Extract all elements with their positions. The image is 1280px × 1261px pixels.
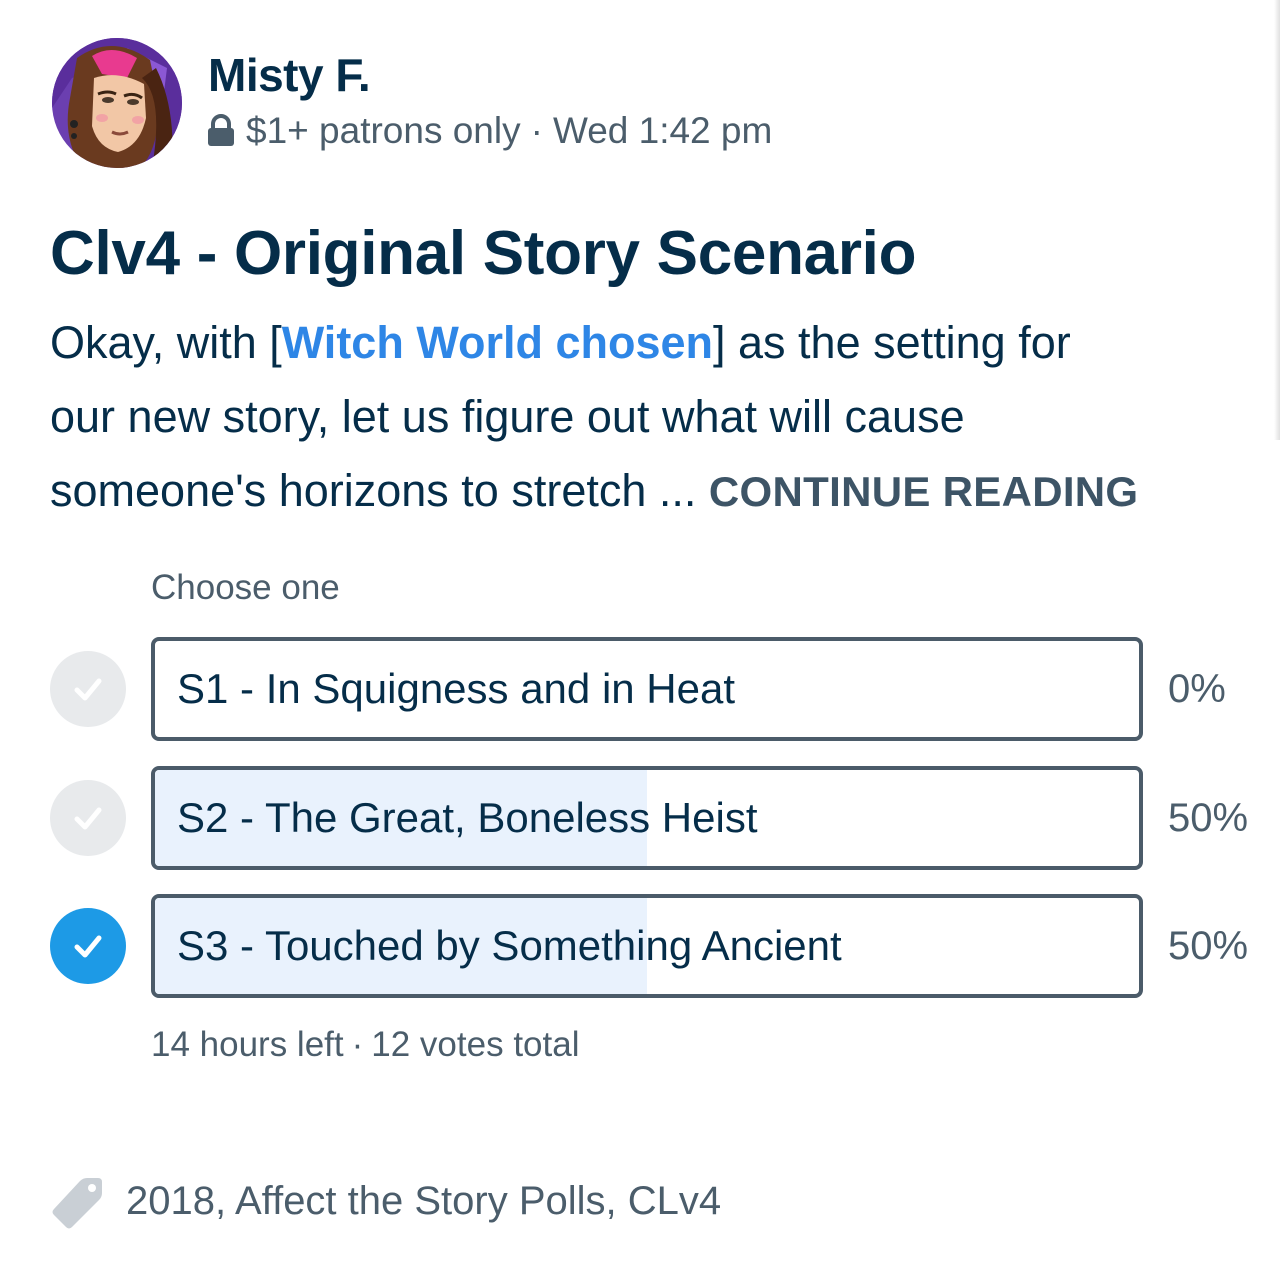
poll-prompt: Choose one bbox=[151, 568, 340, 607]
check-icon bbox=[50, 908, 126, 984]
post-title[interactable]: Clv4 - Original Story Scenario bbox=[50, 218, 916, 289]
poll-option-label: S3 - Touched by Something Ancient bbox=[177, 922, 842, 969]
poll-footer: 14 hours left · 12 votes total bbox=[151, 1025, 579, 1065]
poll-votes-total: 12 votes total bbox=[371, 1025, 580, 1064]
poll-option-box[interactable]: S3 - Touched by Something Ancient bbox=[151, 894, 1143, 998]
poll-option-1[interactable]: S1 - In Squigness and in Heat 0% bbox=[0, 637, 1280, 741]
body-text: Okay, with [ bbox=[50, 317, 282, 368]
poll-option-box[interactable]: S2 - The Great, Boneless Heist bbox=[151, 766, 1143, 870]
poll-option-label: S1 - In Squigness and in Heat bbox=[177, 665, 736, 712]
witch-world-link[interactable]: Witch World chosen bbox=[282, 317, 713, 368]
access-level: $1+ patrons only bbox=[246, 110, 521, 151]
screen-edge bbox=[1274, 0, 1280, 440]
post-body-line-2: our new story, let us figure out what wi… bbox=[50, 391, 965, 442]
separator-dot: · bbox=[530, 110, 543, 151]
poll-option-percent: 50% bbox=[1168, 924, 1249, 968]
poll-option-2[interactable]: S2 - The Great, Boneless Heist 50% bbox=[0, 766, 1280, 870]
separator-dot: · bbox=[351, 1025, 364, 1064]
post-timestamp[interactable]: Wed 1:42 pm bbox=[553, 110, 772, 152]
post-meta: $1+ patrons only · Wed 1:42 pm bbox=[206, 108, 772, 154]
lock-icon bbox=[206, 114, 236, 148]
post-body-line-1: Okay, with [Witch World chosen] as the s… bbox=[50, 306, 1250, 380]
tag-icon bbox=[50, 1171, 106, 1231]
poll-option-percent: 0% bbox=[1168, 667, 1226, 711]
author-avatar[interactable] bbox=[52, 38, 182, 168]
post-body: Okay, with [Witch World chosen] as the s… bbox=[50, 306, 1250, 529]
poll-option-box[interactable]: S1 - In Squigness and in Heat bbox=[151, 637, 1143, 741]
check-icon bbox=[50, 780, 126, 856]
poll-option-percent: 50% bbox=[1168, 796, 1249, 840]
poll-option-label: S2 - The Great, Boneless Heist bbox=[177, 794, 758, 841]
check-icon bbox=[50, 651, 126, 727]
poll-time-left: 14 hours left bbox=[151, 1025, 344, 1064]
body-text: ] as the setting for bbox=[713, 317, 1071, 368]
author-name[interactable]: Misty F. bbox=[208, 48, 371, 102]
poll-option-3[interactable]: S3 - Touched by Something Ancient 50% bbox=[0, 894, 1280, 998]
post-body-line-3: someone's horizons to stretch ... CONTIN… bbox=[50, 454, 1250, 529]
continue-reading-link[interactable]: CONTINUE READING bbox=[709, 468, 1138, 515]
post-tags: 2018, Affect the Story Polls, CLv4 bbox=[50, 1170, 721, 1232]
body-text: someone's horizons to stretch ... bbox=[50, 465, 697, 516]
profile-avatar-image bbox=[52, 38, 182, 168]
tags-list[interactable]: 2018, Affect the Story Polls, CLv4 bbox=[126, 1179, 721, 1224]
